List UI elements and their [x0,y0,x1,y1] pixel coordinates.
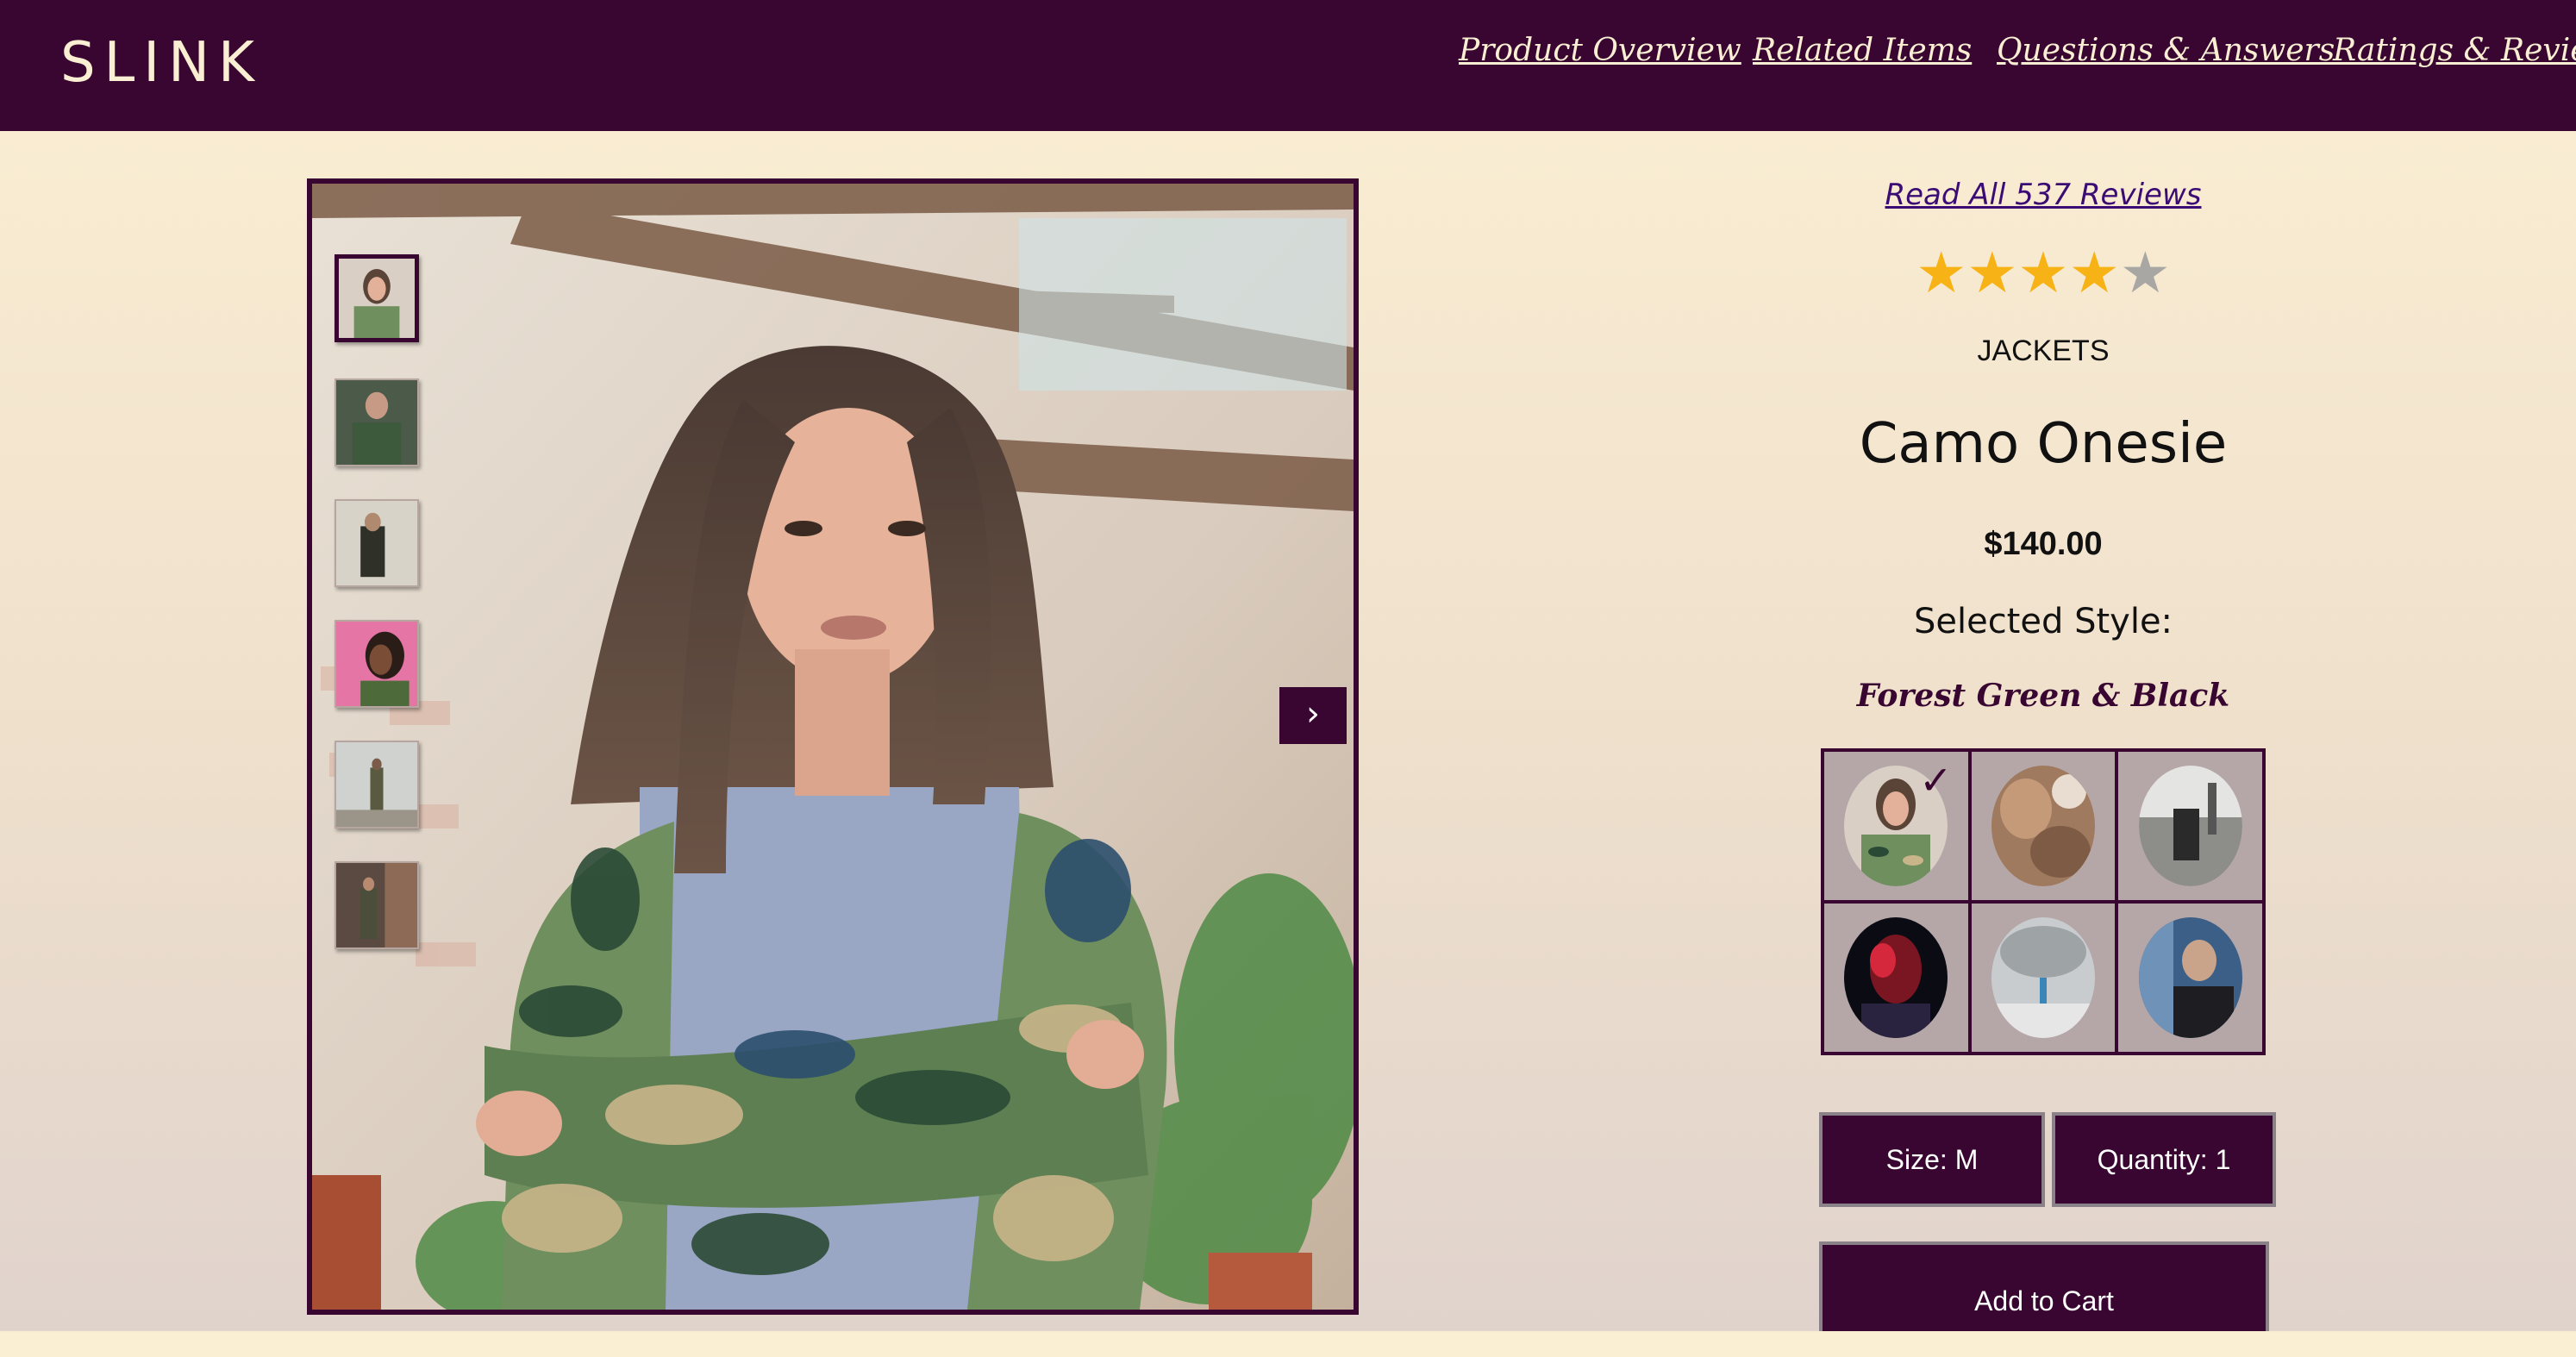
thumbnail-5[interactable] [335,741,419,829]
style-thumbnail [1991,766,2095,886]
image-gallery: › [307,178,1359,1315]
main-product-image [312,184,1354,1310]
style-thumbnail [2138,766,2242,886]
selected-style-label: Selected Style: [1913,602,2173,641]
nav-related-items[interactable]: Related Items [1753,33,1972,68]
star-icon: ★ [2068,241,2120,304]
style-option-3[interactable] [2118,752,2262,900]
check-icon: ✓ [1919,757,1953,804]
style-thumbnail [1844,917,1948,1038]
thumbnail-3[interactable] [335,499,419,587]
style-thumbnail [1991,917,2095,1038]
style-selector: ✓ [1821,748,2266,1055]
star-icon: ★ [1916,241,1967,304]
style-option-6[interactable] [2118,904,2262,1052]
style-option-5[interactable] [1971,904,2116,1052]
star-empty-icon: ★ [2119,241,2171,304]
thumbnail-6[interactable] [335,861,419,949]
add-to-cart-button[interactable]: Add to Cart [1819,1241,2269,1331]
nav-product-overview[interactable]: Product Overview [1459,33,1741,68]
product-price: $140.00 [1984,526,2103,562]
size-select[interactable]: Size: M [1819,1112,2045,1207]
quantity-select[interactable]: Quantity: 1 [2052,1112,2276,1207]
style-option-1[interactable]: ✓ [1824,752,1968,900]
thumbnail-1[interactable] [335,254,419,342]
style-option-4[interactable] [1824,904,1968,1052]
star-icon: ★ [2017,241,2069,304]
thumbnail-2[interactable] [335,378,419,466]
nav-questions-answers[interactable]: Questions & Answers [1997,33,2335,68]
star-icon: ★ [1966,241,2018,304]
selected-style-name: Forest Green & Black [1856,678,2230,714]
style-thumbnail [2138,917,2242,1038]
nav-ratings-reviews[interactable]: Ratings & Reviews [2333,33,2576,68]
product-name: Camo Onesie [1859,412,2228,476]
top-header: SLINK Product Overview Related Items Que… [0,0,2576,131]
star-rating: ★★★★★ [1733,240,2354,306]
style-option-2[interactable] [1971,752,2116,900]
thumbnail-4[interactable] [335,620,419,708]
logo: SLINK [60,31,263,95]
product-category: JACKETS [1977,335,2110,367]
next-image-button[interactable]: › [1279,687,1347,744]
chevron-right-icon: › [1306,694,1320,734]
read-all-reviews-link[interactable]: Read All 537 Reviews [1733,178,2354,212]
